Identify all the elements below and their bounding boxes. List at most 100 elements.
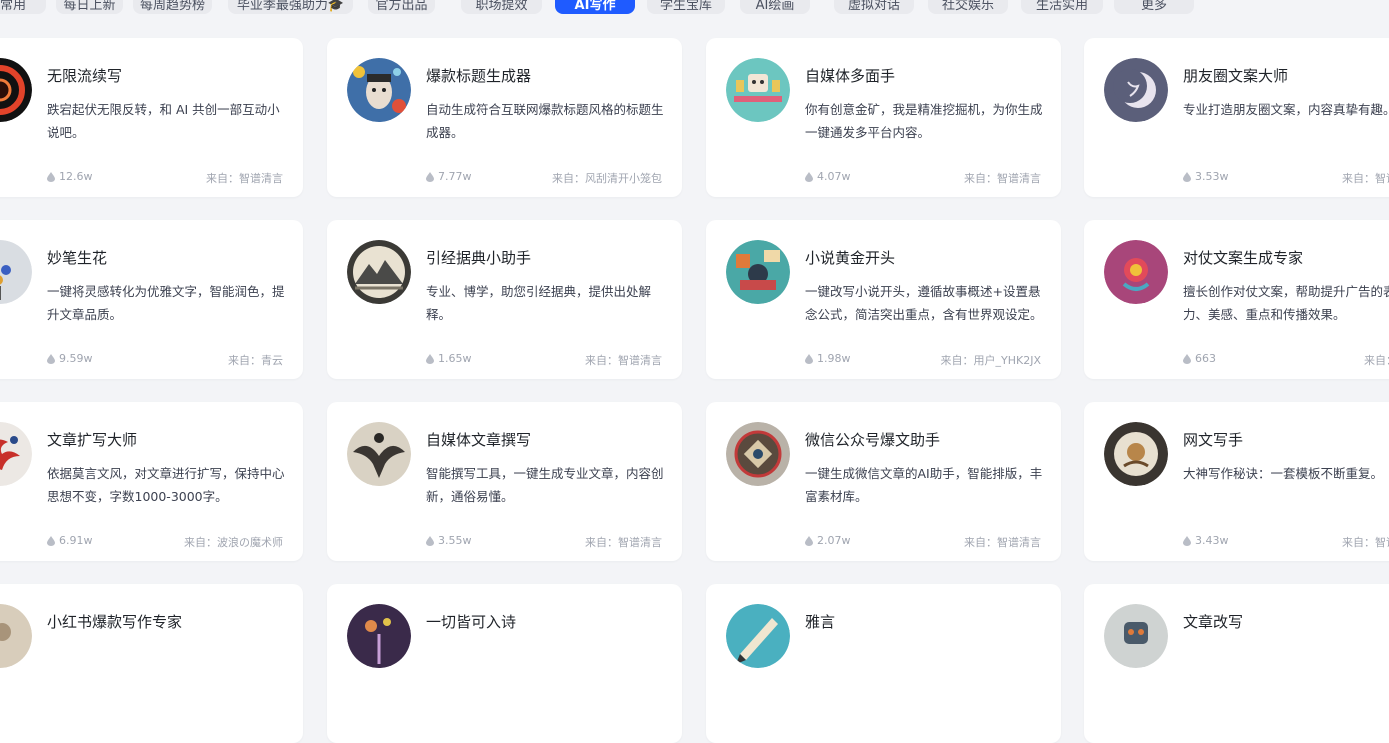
view-count: 6.91w: [47, 534, 93, 547]
agent-source: 来自：风刮清开小笼包: [552, 172, 662, 185]
agent-card[interactable]: 微信公众号爆文助手 一键生成微信文章的AI助手，智能排版，丰富素材库。 2.07…: [706, 402, 1061, 561]
fire-icon: [47, 535, 55, 546]
tab-social-fun[interactable]: 社交娱乐: [928, 0, 1008, 14]
agent-card[interactable]: 文章扩写大师 依据莫言文风，对文章进行扩写，保持中心思想不变，字数1000-30…: [0, 402, 303, 561]
agent-source: 来自：智谱清言: [964, 172, 1041, 185]
view-count: 3.43w: [1183, 534, 1229, 547]
tab-common[interactable]: 常用: [0, 0, 46, 14]
view-count: 3.53w: [1183, 170, 1229, 183]
tab-virtual-chat[interactable]: 虚拟对话: [834, 0, 914, 14]
agent-description: 跌宕起伏无限反转，和 AI 共创一部互动小说吧。: [47, 102, 280, 140]
agent-card[interactable]: 引经据典小助手 专业、博学，助您引经据典，提供出处解释。 1.65w 来自：智谱…: [327, 220, 682, 379]
eagle-avatar: [347, 422, 411, 486]
agent-card[interactable]: 朋友圈文案大师 专业打造朋友圈文案，内容真挚有趣。 3.53w 来自：智谱清言: [1084, 38, 1389, 197]
beige-avatar: [0, 604, 32, 668]
agent-title: 朋友圈文案大师: [1183, 67, 1289, 85]
view-count: 1.98w: [805, 352, 851, 365]
view-count-value: 9.59w: [59, 352, 93, 365]
agent-source: 来自：智谱清言: [206, 172, 283, 185]
agent-description: 你有创意金矿，我是精准挖掘机，为你生成一键通发多平台内容。: [805, 102, 1043, 140]
agent-source: 来自：用户_YHK2JX: [940, 354, 1041, 367]
view-count: 3.55w: [426, 534, 472, 547]
agent-card[interactable]: 文章改写: [1084, 584, 1389, 743]
ornament-avatar: [1104, 240, 1168, 304]
view-count-value: 6.91w: [59, 534, 93, 547]
agent-title: 自媒体文章撰写: [426, 431, 532, 449]
view-count-value: 1.65w: [438, 352, 472, 365]
view-count-value: 2.07w: [817, 534, 851, 547]
view-count-value: 3.55w: [438, 534, 472, 547]
pop-art-face-avatar: [347, 58, 411, 122]
tab-more[interactable]: 更多: [1114, 0, 1194, 14]
medallion-avatar: [726, 422, 790, 486]
collage-avatar: [726, 240, 790, 304]
agent-description: 自动生成符合互联网爆款标题风格的标题生成器。: [426, 102, 664, 140]
agent-description: 智能撰写工具，一键生成专业文章，内容创新，通俗易懂。: [426, 466, 664, 504]
agent-description: 一键将灵感转化为优雅文字，智能润色，提升文章品质。: [47, 284, 285, 322]
tab-work-efficiency[interactable]: 职场提效: [461, 0, 542, 14]
agent-title: 对仗文案生成专家: [1183, 249, 1304, 267]
agent-card[interactable]: 网文写手 大神写作秘诀：一套模板不断重复。 3.43w 来自：智谱清言: [1084, 402, 1389, 561]
fire-icon: [1183, 171, 1191, 182]
tab-graduation[interactable]: 毕业季最强助力🎓: [228, 0, 353, 14]
view-count-value: 663: [1195, 352, 1216, 365]
tab-official[interactable]: 官方出品: [368, 0, 435, 14]
agent-description: 大神写作秘诀：一套模板不断重复。: [1183, 466, 1384, 481]
agent-card[interactable]: 雅言: [706, 584, 1061, 743]
agent-card[interactable]: 无限流续写 跌宕起伏无限反转，和 AI 共创一部互动小说吧。 12.6w 来自：…: [0, 38, 303, 197]
tab-daily-new[interactable]: 每日上新: [56, 0, 123, 14]
view-count: 4.07w: [805, 170, 851, 183]
moon-avatar: [1104, 58, 1168, 122]
fire-icon: [426, 171, 434, 182]
tab-ai-writing[interactable]: AI写作: [555, 0, 635, 14]
agent-title: 无限流续写: [47, 67, 123, 85]
fire-icon: [805, 353, 813, 364]
view-count-value: 1.98w: [817, 352, 851, 365]
agent-source: 来自：智谱清言: [585, 536, 662, 549]
view-count-value: 3.43w: [1195, 534, 1229, 547]
fire-icon: [1183, 535, 1191, 546]
view-count: 9.59w: [47, 352, 93, 365]
agent-title: 引经据典小助手: [426, 249, 532, 267]
tab-student[interactable]: 学生宝库: [647, 0, 725, 14]
agent-title: 妙笔生花: [47, 249, 108, 267]
agent-source: 来自：智谱清言: [585, 354, 662, 367]
fire-icon: [426, 535, 434, 546]
agent-card[interactable]: 妙笔生花 一键将灵感转化为优雅文字，智能润色，提升文章品质。 9.59w 来自：…: [0, 220, 303, 379]
red-dragon-avatar: [0, 422, 32, 486]
agent-source: 来自：智谱清言: [964, 536, 1041, 549]
agent-description: 擅长创作对仗文案，帮助提升广告的表现力、美感、重点和传播效果。: [1183, 284, 1389, 322]
fire-icon: [47, 171, 55, 182]
agent-card[interactable]: 爆款标题生成器 自动生成符合互联网爆款标题风格的标题生成器。 7.77w 来自：…: [327, 38, 682, 197]
tab-ai-painting[interactable]: AI绘画: [740, 0, 810, 14]
emblem-avatar: [1104, 422, 1168, 486]
fire-icon: [426, 353, 434, 364]
agent-card[interactable]: 小红书爆款写作专家: [0, 584, 303, 743]
agent-source: 来自：柳叶: [1364, 354, 1389, 367]
agent-source: 来自：智谱清言: [1342, 172, 1389, 185]
tab-weekly-trend[interactable]: 每周趋势榜: [133, 0, 212, 14]
fire-icon: [1183, 353, 1191, 364]
agent-card[interactable]: 小说黄金开头 一键改写小说开头，遵循故事概述+设置悬念公式，简洁突出重点，含有世…: [706, 220, 1061, 379]
fire-icon: [47, 353, 55, 364]
fire-icon: [805, 535, 813, 546]
agent-card[interactable]: 自媒体多面手 你有创意金矿，我是精准挖掘机，为你生成一键通发多平台内容。 4.0…: [706, 38, 1061, 197]
robot-head-avatar: [1104, 604, 1168, 668]
view-count: 7.77w: [426, 170, 472, 183]
vortex-avatar: [0, 58, 32, 122]
agent-title: 爆款标题生成器: [426, 67, 532, 85]
view-count-value: 3.53w: [1195, 170, 1229, 183]
agent-description: 一键生成微信文章的AI助手，智能排版，丰富素材库。: [805, 466, 1043, 504]
view-count: 663: [1183, 352, 1216, 365]
agent-source: 来自：智谱清言: [1342, 536, 1389, 549]
agent-title: 雅言: [805, 613, 836, 631]
agent-description: 专业、博学，助您引经据典，提供出处解释。: [426, 284, 652, 322]
agent-card[interactable]: 一切皆可入诗: [327, 584, 682, 743]
agent-card[interactable]: 自媒体文章撰写 智能撰写工具，一键生成专业文章，内容创新，通俗易懂。 3.55w…: [327, 402, 682, 561]
agent-card[interactable]: 对仗文案生成专家 擅长创作对仗文案，帮助提升广告的表现力、美感、重点和传播效果。…: [1084, 220, 1389, 379]
view-count-value: 4.07w: [817, 170, 851, 183]
view-count-value: 12.6w: [59, 170, 93, 183]
tab-life-utility[interactable]: 生活实用: [1021, 0, 1103, 14]
fireworks-avatar: [347, 604, 411, 668]
robot-desk-avatar: [726, 58, 790, 122]
